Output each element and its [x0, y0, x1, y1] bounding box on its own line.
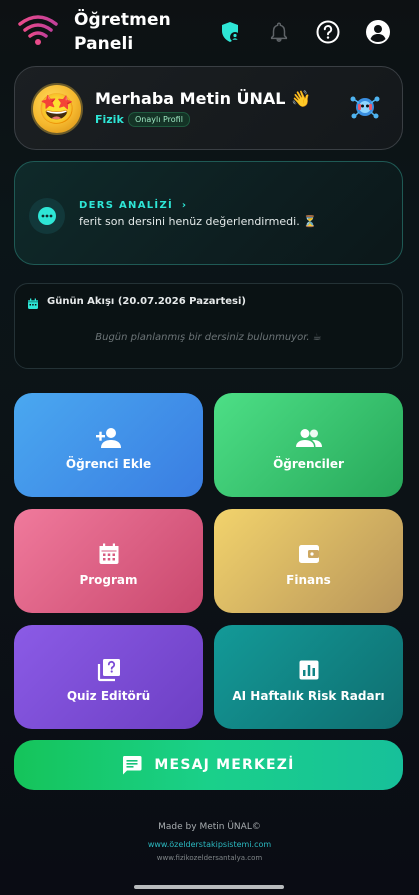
- daily-flow-card: Günün Akışı (20.07.2026 Pazartesi) Bugün…: [14, 283, 403, 369]
- help-icon: [316, 20, 340, 44]
- lesson-analysis-text: ferit son dersini henüz değerlendirmedi.…: [79, 215, 317, 228]
- ai-risk-radar-button[interactable]: AI Haftalık Risk Radarı: [214, 625, 403, 729]
- chat-dots-icon: [29, 198, 65, 234]
- avatar: 🤩: [31, 83, 83, 135]
- footer-link-primary[interactable]: www.özelderstakipsistemi.com: [0, 840, 419, 849]
- shield-user-icon: [222, 22, 240, 42]
- students-label: Öğrenciler: [273, 457, 344, 471]
- person-add-icon: [95, 425, 122, 451]
- shield-user-button[interactable]: [216, 18, 244, 46]
- add-student-button[interactable]: Öğrenci Ekle: [14, 393, 203, 497]
- footer-made-by: Made by Metin ÜNAL©: [158, 822, 261, 832]
- finance-button[interactable]: Finans: [214, 509, 403, 613]
- quiz-icon: [97, 657, 121, 683]
- program-label: Program: [79, 573, 138, 587]
- daily-flow-empty-text: Bugün planlanmış bir dersiniz bulunmuyor…: [95, 332, 322, 343]
- verified-profile-badge: Onaylı Profil: [128, 112, 190, 127]
- finance-label: Finans: [286, 573, 331, 587]
- wallet-icon: [298, 541, 320, 567]
- footer-link-secondary[interactable]: www.fizikozeldersantalya.com: [0, 854, 419, 862]
- ai-robot-icon[interactable]: [349, 91, 381, 123]
- account-icon: [366, 20, 390, 44]
- greeting-text: Merhaba Metin ÜNAL 👋: [95, 89, 311, 108]
- home-indicator[interactable]: [134, 885, 284, 889]
- profile-card: 🤩 Merhaba Metin ÜNAL 👋 Fizik Onaylı Prof…: [14, 66, 403, 150]
- calendar-small-icon: [27, 295, 39, 314]
- quiz-editor-button[interactable]: Quiz Editörü: [14, 625, 203, 729]
- app-title-line2: Paneli: [74, 34, 134, 54]
- students-button[interactable]: Öğrenciler: [214, 393, 403, 497]
- bell-icon: [270, 22, 288, 42]
- program-button[interactable]: Program: [14, 509, 203, 613]
- help-button[interactable]: [314, 18, 342, 46]
- subject-label: Fizik: [95, 113, 124, 126]
- add-student-label: Öğrenci Ekle: [65, 457, 152, 471]
- calendar-icon: [98, 541, 120, 567]
- analytics-icon: [299, 657, 319, 683]
- chevron-right-icon: ›: [181, 200, 186, 211]
- chat-icon: [123, 756, 142, 775]
- account-button[interactable]: [364, 18, 392, 46]
- lesson-analysis-card[interactable]: DERS ANALİZİ › ferit son dersini henüz d…: [14, 161, 403, 265]
- ai-risk-radar-label: AI Haftalık Risk Radarı: [232, 689, 385, 703]
- daily-flow-title: Günün Akışı (20.07.2026 Pazartesi): [47, 296, 246, 307]
- quiz-editor-label: Quiz Editörü: [66, 689, 151, 703]
- app-title-line1: Öğretmen: [74, 10, 171, 30]
- people-icon: [295, 425, 322, 451]
- notifications-button[interactable]: [265, 18, 293, 46]
- message-center-button[interactable]: MESAJ MERKEZİ: [14, 740, 403, 790]
- app-title: Öğretmen Paneli: [74, 8, 171, 56]
- lesson-analysis-title: DERS ANALİZİ ›: [79, 200, 186, 211]
- wifi-logo-icon: [16, 12, 60, 48]
- lesson-analysis-title-text: DERS ANALİZİ: [79, 200, 174, 211]
- message-center-label: MESAJ MERKEZİ: [154, 757, 295, 773]
